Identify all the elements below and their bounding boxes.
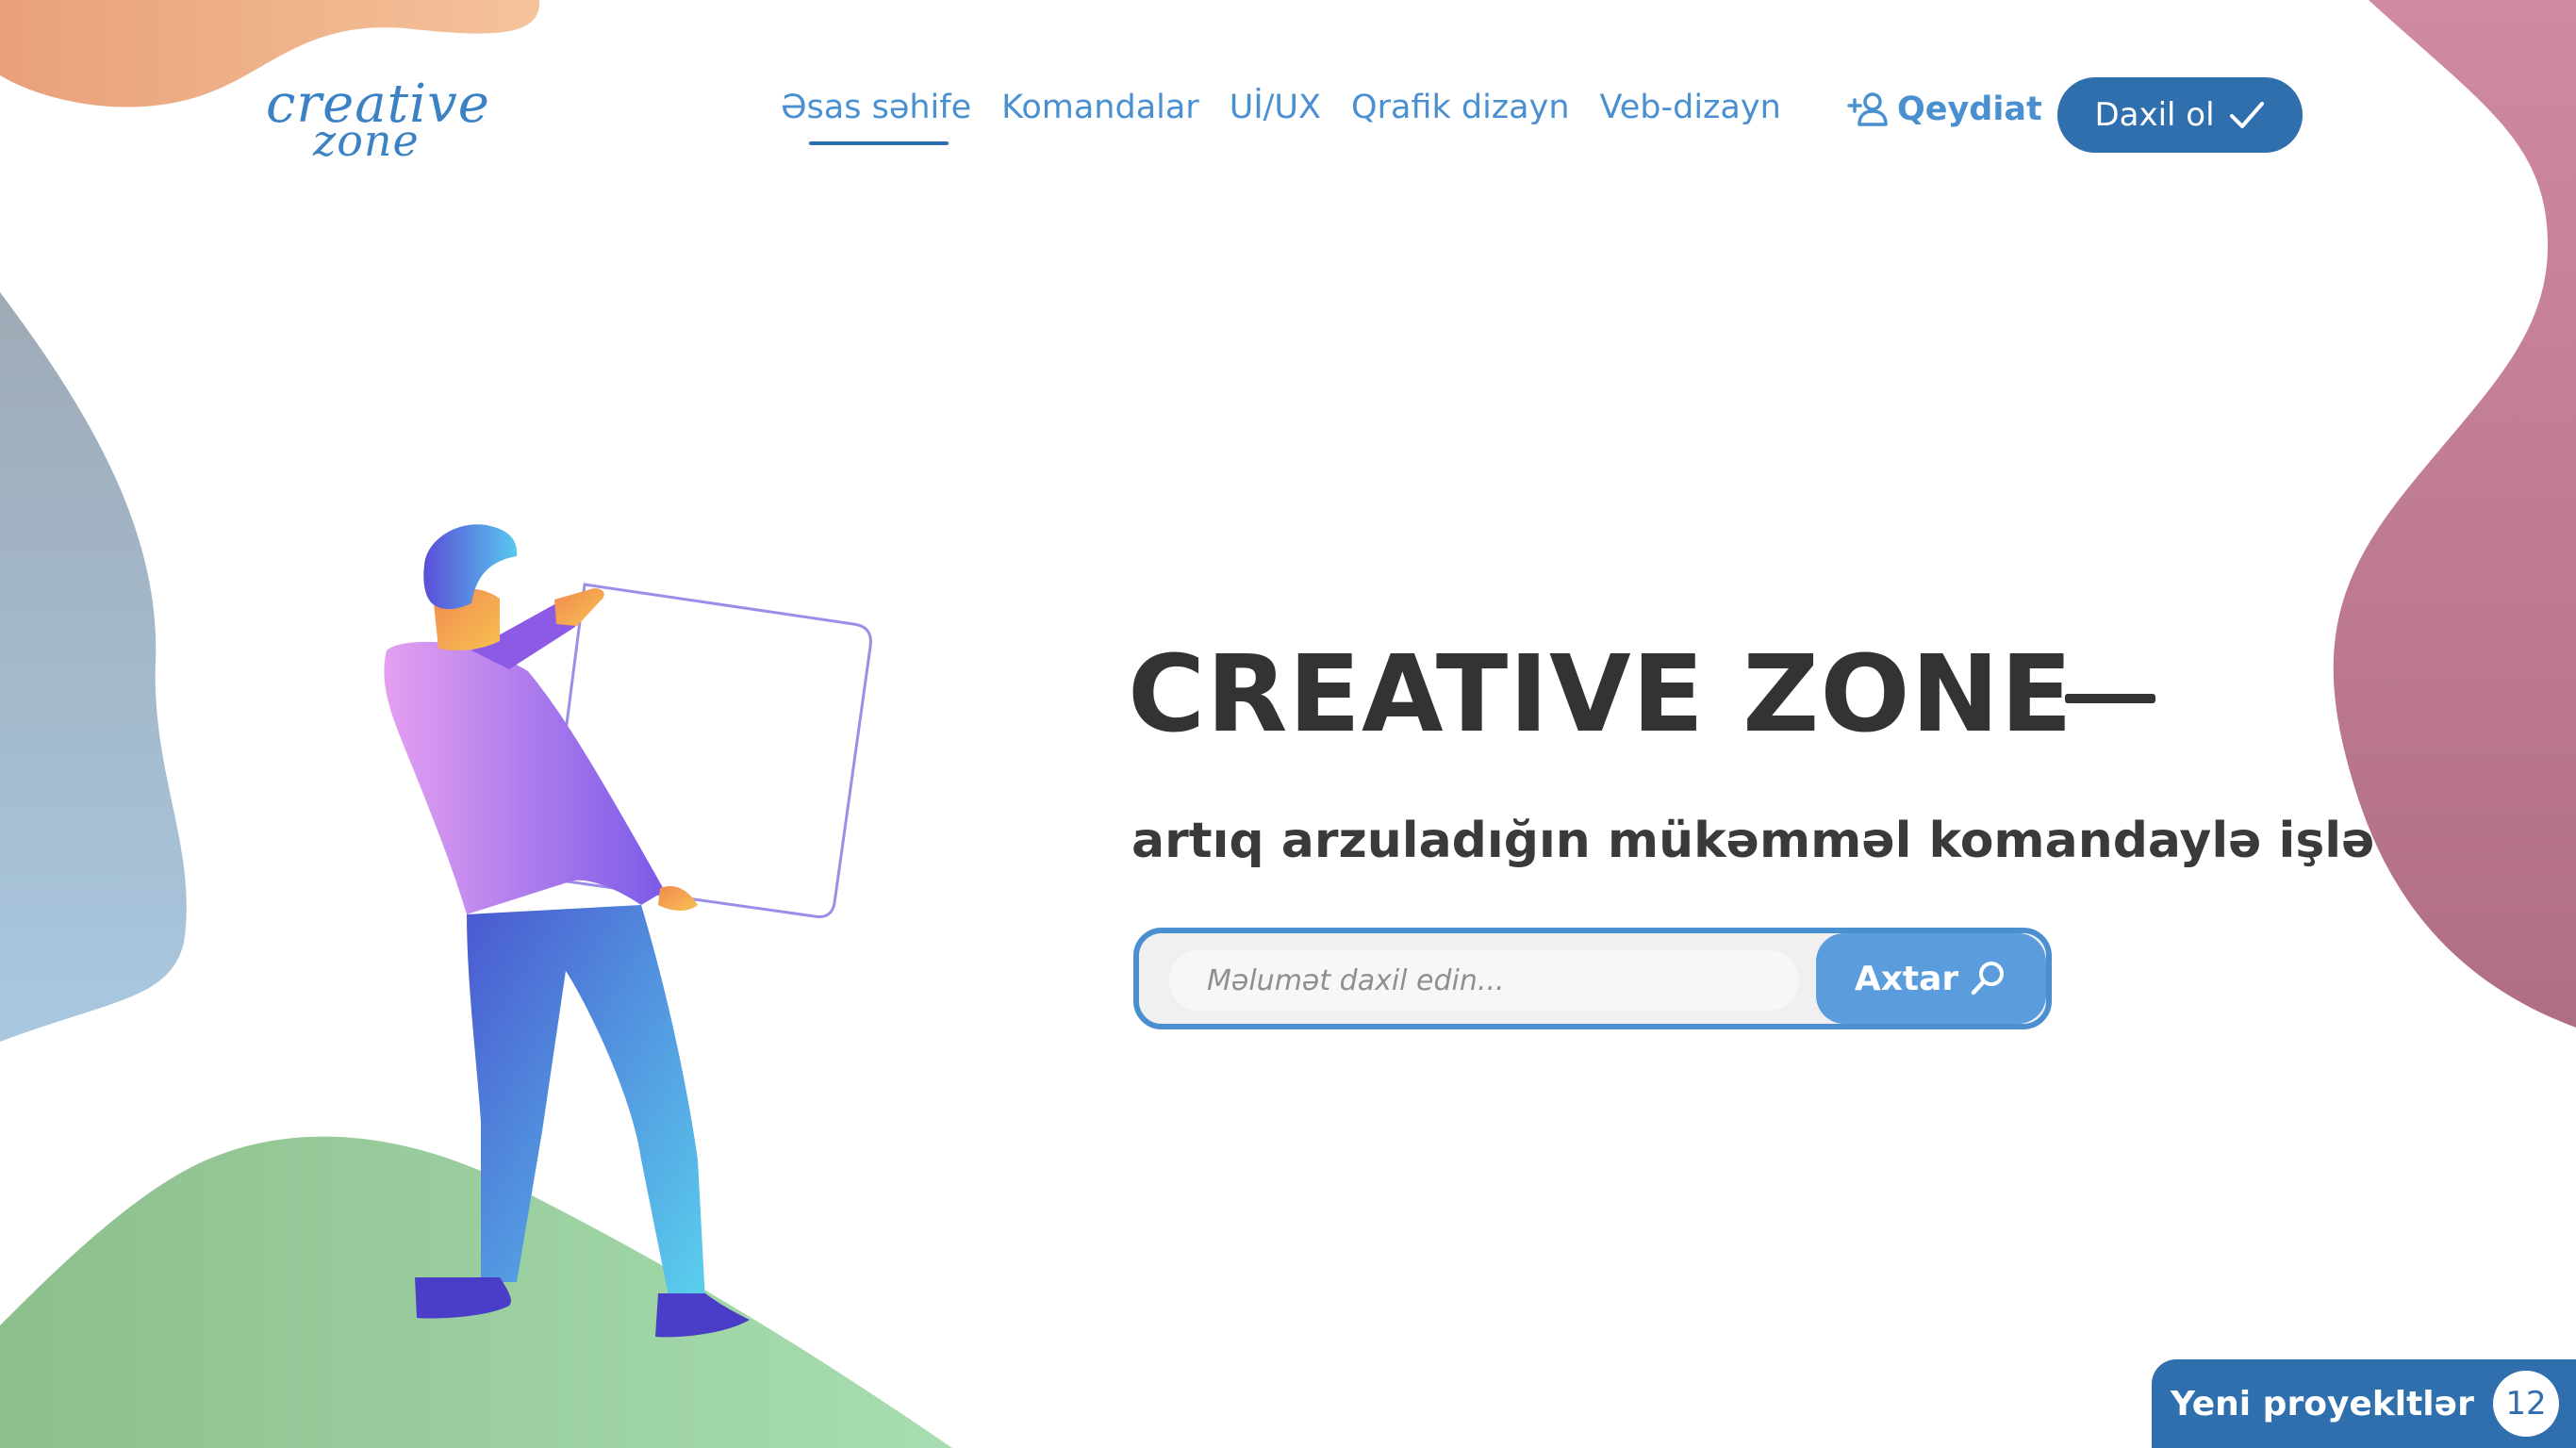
nav-link-web-design[interactable]: Veb-dizayn [1600,89,1781,126]
nav-link-ui-ux[interactable]: Uİ/UX [1230,89,1321,126]
search-button[interactable]: Axtar [1816,933,2046,1024]
search-button-label: Axtar [1854,959,1959,998]
logo[interactable]: creative zone [266,74,489,177]
register-label: Qeydiat [1897,90,2042,128]
hero-illustration [384,524,872,1338]
logo-text-zone: zone [313,115,420,166]
right-blob [2333,0,2576,1028]
main-nav: Əsas səhife Komandalar Uİ/UX Qrafik diza… [781,89,1781,145]
login-button[interactable]: Daxil ol [2057,77,2303,153]
hero-subtitle: artıq arzuladığın mükəmməl komandaylə iş… [1131,813,2375,869]
search-icon [1971,962,2005,996]
checkmark-icon [2229,102,2264,128]
hero-title-dash [2065,694,2155,703]
search-bar: Axtar [1133,928,2052,1029]
hero-title: CREATIVE ZONE [1128,634,2073,756]
register-link[interactable]: Qeydiat [1846,90,2042,128]
left-blob [0,292,187,1042]
nav-link-teams[interactable]: Komandalar [1001,89,1199,126]
new-projects-label: Yeni proyekltlər [2171,1384,2474,1423]
nav-link-graphic-design[interactable]: Qrafik dizayn [1351,89,1569,126]
nav-link-home[interactable]: Əsas səhife [781,89,971,145]
login-label: Daxil ol [2094,96,2215,134]
new-projects-tab[interactable]: Yeni proyekltlər 12 [2152,1359,2576,1448]
search-input[interactable] [1169,950,1799,1011]
add-user-icon [1847,92,1888,126]
new-projects-count-badge: 12 [2493,1371,2559,1437]
